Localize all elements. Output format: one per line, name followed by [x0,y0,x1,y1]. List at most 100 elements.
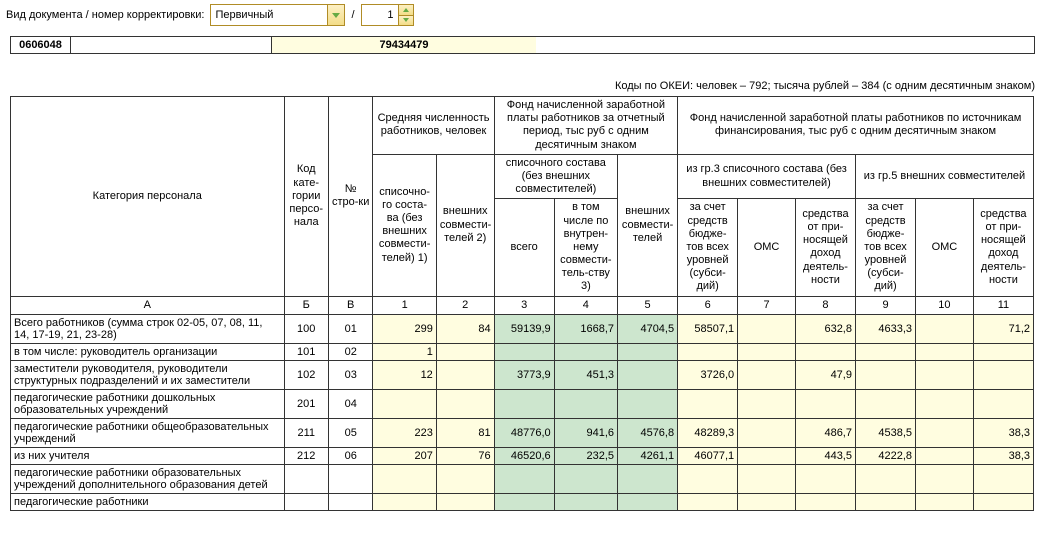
cell-v9[interactable]: 4538,5 [855,418,915,447]
cell-v6[interactable]: 58507,1 [678,314,738,343]
cell-v2[interactable] [436,493,494,510]
cell-v9[interactable] [855,389,915,418]
cell-v1[interactable] [373,493,436,510]
cell-v9[interactable] [855,493,915,510]
cell-v6[interactable] [678,493,738,510]
cell-v7[interactable] [738,314,796,343]
cell-v6[interactable]: 48289,3 [678,418,738,447]
cell-v1[interactable]: 223 [373,418,436,447]
cell-v5[interactable]: 4576,8 [618,418,678,447]
cell-v6[interactable]: 46077,1 [678,447,738,464]
cell-v1[interactable]: 207 [373,447,436,464]
cell-v4[interactable] [554,389,617,418]
cell-v8[interactable]: 47,9 [795,360,855,389]
cell-v3[interactable] [494,493,554,510]
cell-v11[interactable] [973,389,1033,418]
cell-v2[interactable]: 76 [436,447,494,464]
cell-v4[interactable] [554,343,617,360]
doc-type-dropdown-btn[interactable] [327,5,344,25]
cell-v1[interactable]: 299 [373,314,436,343]
cell-v2[interactable] [436,389,494,418]
cell-v2[interactable] [436,343,494,360]
cell-v4[interactable]: 941,6 [554,418,617,447]
cell-v5[interactable] [618,360,678,389]
cell-v7[interactable] [738,493,796,510]
cell-v11[interactable]: 38,3 [973,418,1033,447]
cell-v9[interactable]: 4633,3 [855,314,915,343]
cell-v3[interactable]: 48776,0 [494,418,554,447]
cell-v4[interactable]: 1668,7 [554,314,617,343]
cell-v9[interactable] [855,343,915,360]
cell-v7[interactable] [738,360,796,389]
cell-v8[interactable]: 443,5 [795,447,855,464]
cell-v8[interactable]: 632,8 [795,314,855,343]
th-col5: внешних совмести-телей [618,154,678,296]
cell-v3[interactable]: 3773,9 [494,360,554,389]
cell-v11[interactable]: 38,3 [973,447,1033,464]
cell-v7[interactable] [738,418,796,447]
cell-v5[interactable] [618,464,678,493]
cell-v7[interactable] [738,464,796,493]
spinner-down[interactable] [399,15,413,26]
cell-v6[interactable] [678,464,738,493]
cell-v10[interactable] [916,418,974,447]
cell-v2[interactable]: 81 [436,418,494,447]
cell-v6[interactable] [678,343,738,360]
cell-v5[interactable] [618,389,678,418]
cell-v5[interactable]: 4261,1 [618,447,678,464]
cell-v6[interactable]: 3726,0 [678,360,738,389]
cell-v7[interactable] [738,447,796,464]
cell-v8[interactable] [795,464,855,493]
cell-v1[interactable] [373,464,436,493]
cell-v3[interactable] [494,464,554,493]
spinner-up[interactable] [399,5,413,15]
cell-v5[interactable] [618,493,678,510]
cell-v9[interactable] [855,360,915,389]
corr-no-input[interactable] [362,5,398,25]
main-table: Категория персонала Код кате-гории персо… [10,96,1034,511]
cell-v10[interactable] [916,314,974,343]
cell-v5[interactable]: 4704,5 [618,314,678,343]
cell-v9[interactable] [855,464,915,493]
cell-v3[interactable] [494,343,554,360]
cell-v4[interactable]: 232,5 [554,447,617,464]
cell-v6[interactable] [678,389,738,418]
cell-v1[interactable]: 12 [373,360,436,389]
cell-v8[interactable] [795,493,855,510]
cell-v10[interactable] [916,447,974,464]
cell-v4[interactable]: 451,3 [554,360,617,389]
cell-v10[interactable] [916,493,974,510]
cell-v7[interactable] [738,343,796,360]
doc-type-select[interactable] [210,4,345,26]
cell-v4[interactable] [554,464,617,493]
cell-v2[interactable] [436,464,494,493]
cell-v3[interactable] [494,389,554,418]
cell-v11[interactable] [973,464,1033,493]
cell-v10[interactable] [916,343,974,360]
cell-v8[interactable] [795,343,855,360]
th-list-no-ext: списочного состава (без внешних совмести… [494,154,617,199]
cell-v11[interactable] [973,343,1033,360]
corr-no-spinner[interactable] [361,4,414,26]
cell-v5[interactable] [618,343,678,360]
cell-v3[interactable]: 46520,6 [494,447,554,464]
cell-v11[interactable] [973,493,1033,510]
doc-type-input[interactable] [211,5,327,25]
cell-v11[interactable] [973,360,1033,389]
cell-v10[interactable] [916,464,974,493]
cn-8: 8 [795,296,855,314]
cell-v1[interactable] [373,389,436,418]
cell-v4[interactable] [554,493,617,510]
cell-v8[interactable]: 486,7 [795,418,855,447]
cell-v10[interactable] [916,389,974,418]
cell-v11[interactable]: 71,2 [973,314,1033,343]
cell-code: 102 [284,360,328,389]
cell-v7[interactable] [738,389,796,418]
cell-v9[interactable]: 4222,8 [855,447,915,464]
cell-v1[interactable]: 1 [373,343,436,360]
cell-v3[interactable]: 59139,9 [494,314,554,343]
cell-v10[interactable] [916,360,974,389]
cell-v2[interactable] [436,360,494,389]
cell-v8[interactable] [795,389,855,418]
cell-v2[interactable]: 84 [436,314,494,343]
